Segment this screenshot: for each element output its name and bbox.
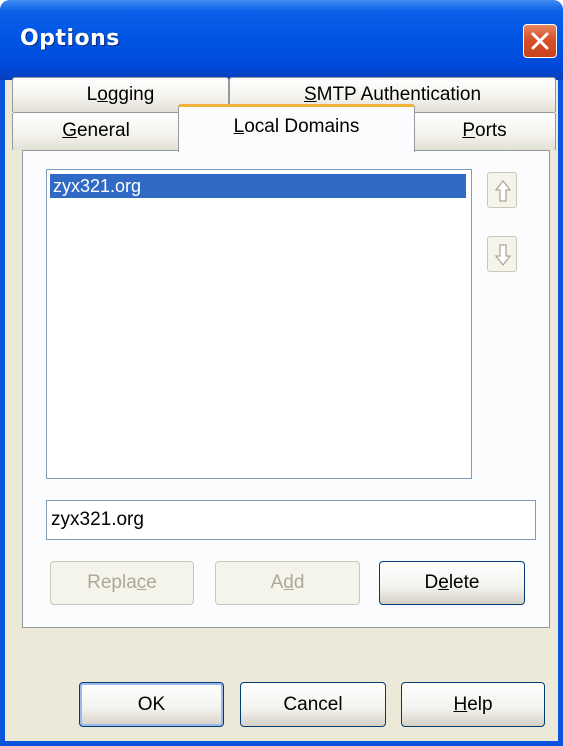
tab-general-label-post: eneral — [76, 120, 130, 141]
tab-general-hotkey: G — [62, 120, 77, 141]
tab-local-domains-hotkey: L — [233, 116, 245, 137]
ok-label: OK — [137, 694, 166, 715]
add-label-pre: A — [270, 572, 284, 593]
help-label-post: elp — [467, 694, 493, 715]
tab-local-domains-label-post: ocal Domains — [244, 116, 360, 137]
tab-logging-hotkey: o — [97, 84, 108, 105]
tab-logging-label-pre: L — [86, 84, 98, 105]
arrow-down-icon — [494, 244, 512, 267]
options-dialog: Options Logging SMTP Authentication Gene… — [0, 0, 563, 746]
domain-input[interactable]: zyx321.org — [46, 500, 536, 540]
add-button[interactable]: Add — [215, 561, 360, 605]
arrow-up-icon — [494, 179, 512, 202]
replace-hotkey: c — [136, 572, 147, 593]
title-bar[interactable]: Options — [0, 0, 563, 80]
help-hotkey: H — [453, 694, 468, 715]
window-title: Options — [20, 26, 120, 51]
tab-ports-label-post: orts — [475, 120, 507, 141]
delete-label-pre: D — [424, 572, 439, 593]
tab-logging-label-post: gging — [107, 84, 155, 105]
close-icon — [531, 32, 549, 50]
tab-ports-hotkey: P — [462, 120, 475, 141]
replace-button[interactable]: Replace — [50, 561, 194, 605]
tab-local-domains[interactable]: Local Domains — [178, 104, 415, 152]
close-button[interactable] — [523, 24, 557, 58]
help-button[interactable]: Help — [401, 682, 545, 727]
cancel-label: Cancel — [283, 694, 343, 715]
domain-listbox[interactable]: zyx321.org — [46, 169, 472, 479]
move-down-button[interactable] — [487, 236, 517, 272]
move-up-button[interactable] — [487, 172, 517, 208]
delete-button[interactable]: Delete — [379, 561, 525, 605]
ok-button[interactable]: OK — [79, 682, 224, 727]
add-hotkey: d — [283, 572, 294, 593]
list-item-selected[interactable]: zyx321.org — [50, 174, 466, 198]
cancel-button[interactable]: Cancel — [240, 682, 386, 727]
replace-label-pre: Repla — [87, 572, 137, 593]
tab-general[interactable]: General — [12, 112, 180, 150]
tab-ports[interactable]: Ports — [413, 112, 556, 150]
delete-label-post: lete — [448, 572, 480, 593]
replace-label-post: e — [146, 572, 157, 593]
add-label-post: d — [293, 572, 305, 593]
delete-hotkey: e — [438, 572, 449, 593]
